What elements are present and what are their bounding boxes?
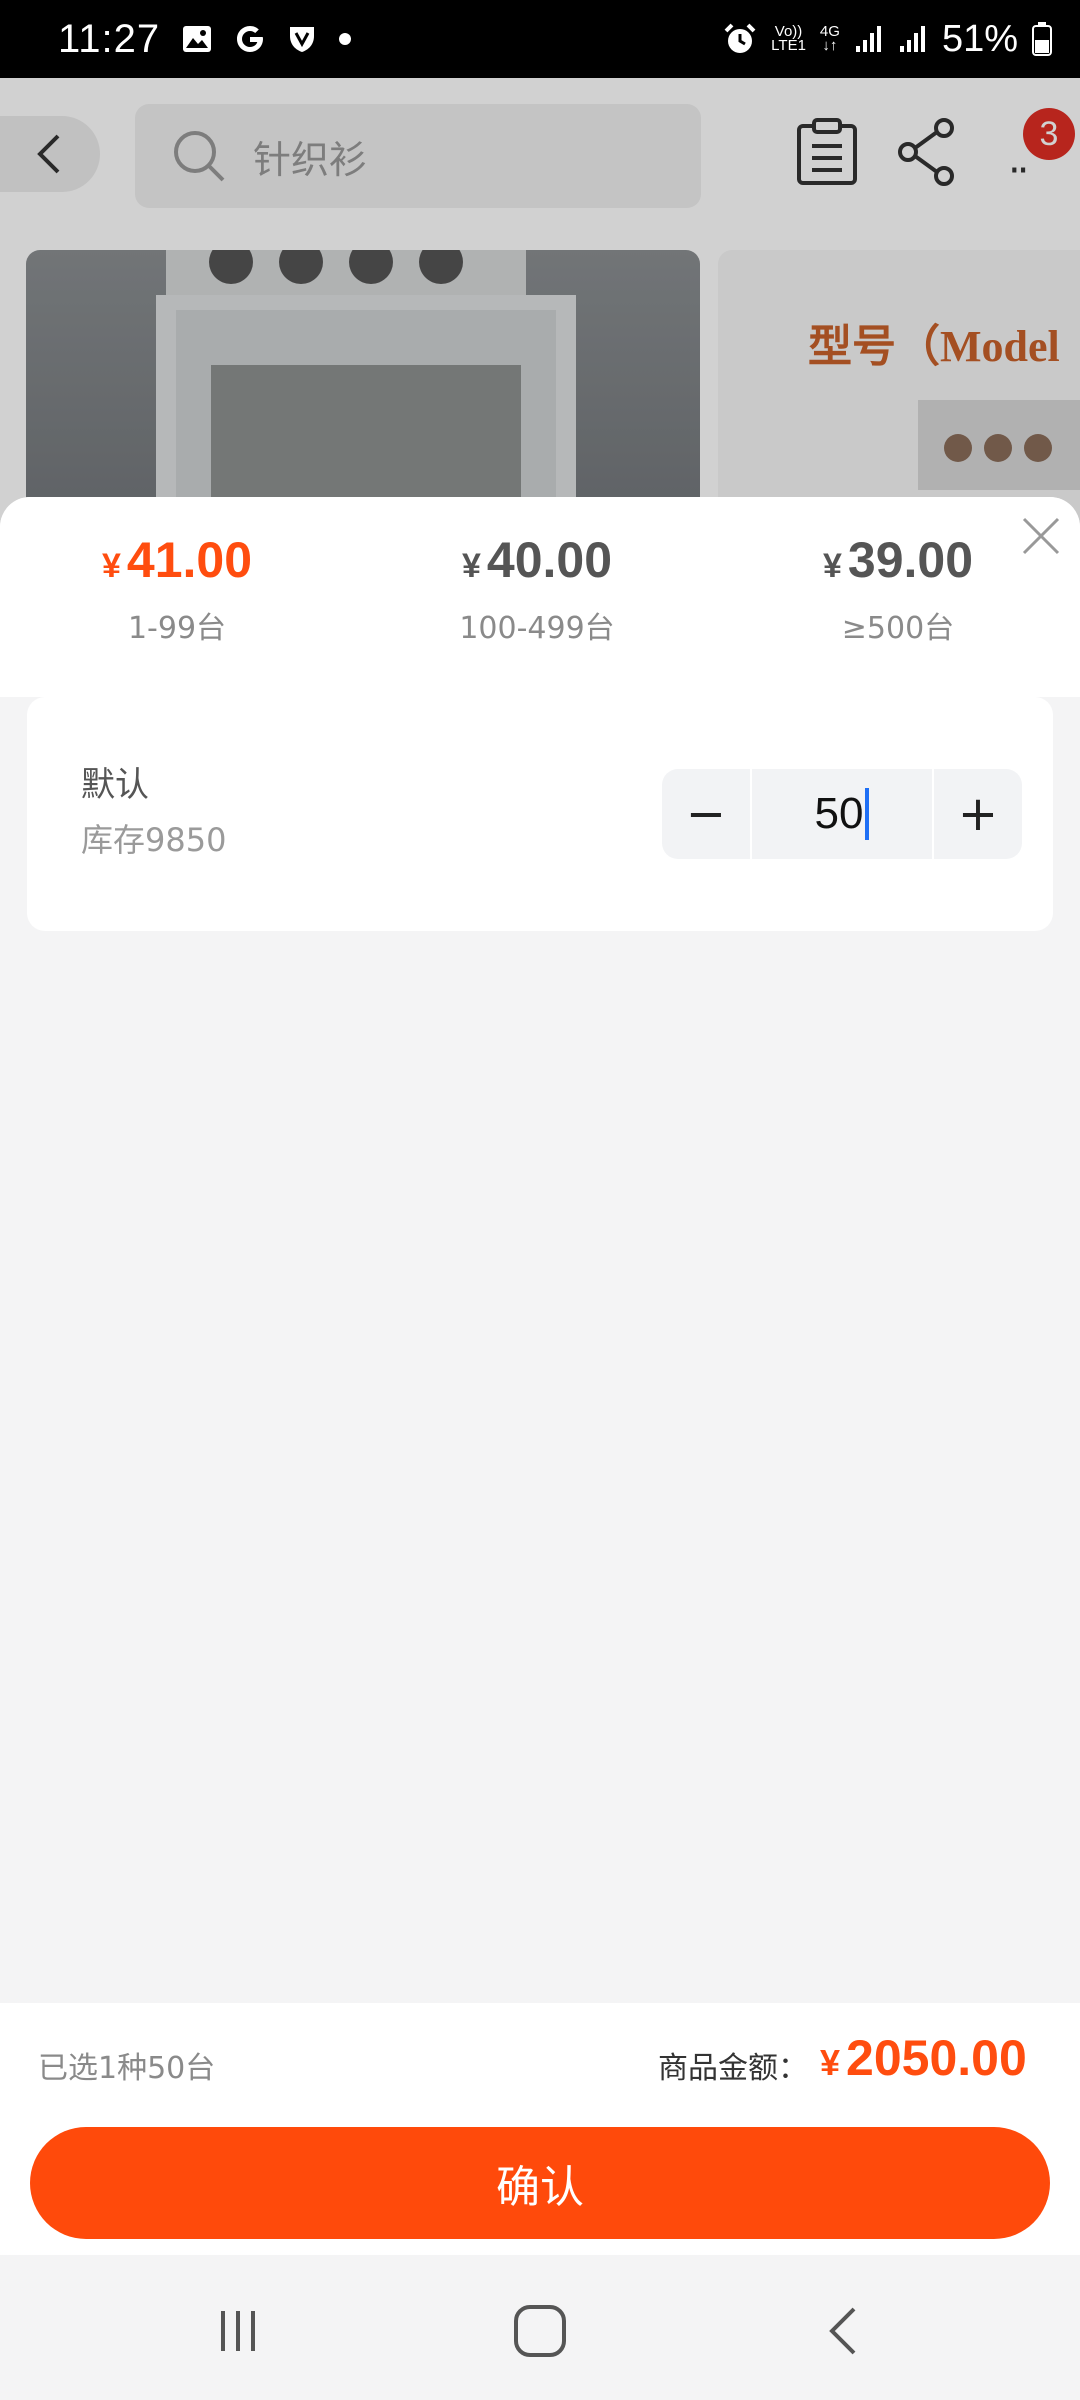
recents-button[interactable] <box>198 2291 278 2371</box>
back-nav-icon <box>829 2307 856 2355</box>
home-icon <box>514 2305 566 2357</box>
sku-selection-sheet: ¥ 41.00 1-99台 ¥ 40.00 100-499台 ¥ 39.00 ≥… <box>0 497 1080 2252</box>
notification-icons <box>182 23 352 55</box>
lte-label: LTE1 <box>771 37 806 54</box>
price-tier-3: ¥ 39.00 ≥500台 <box>738 531 1058 647</box>
increase-button[interactable]: + <box>934 769 1022 859</box>
back-nav-button[interactable] <box>802 2291 882 2371</box>
quantity-input[interactable]: 50 <box>752 769 932 859</box>
battery-percent: 51% <box>941 17 1018 60</box>
total-label: 商品金额： <box>658 2051 808 2086</box>
total-price: ¥ 2050.00 <box>820 2029 1027 2087</box>
data-arrows-icon: ↓↑ <box>822 37 838 54</box>
currency-symbol: ¥ <box>101 547 121 585</box>
system-nav-bar <box>0 2255 1080 2400</box>
status-time: 11:27 <box>58 16 161 61</box>
alarm-icon <box>724 23 756 53</box>
tier-price: 40.00 <box>486 532 613 588</box>
signal-icon <box>899 26 925 52</box>
home-button[interactable] <box>500 2291 580 2371</box>
confirm-button[interactable]: 确认 <box>30 2127 1050 2239</box>
price-tier-2: ¥ 40.00 100-499台 <box>377 531 697 647</box>
tier-range: 100-499台 <box>459 611 615 646</box>
decrease-button[interactable]: − <box>662 769 750 859</box>
volte-indicator: Vo)) LTE1 <box>771 24 806 54</box>
price-tiers: ¥ 41.00 1-99台 ¥ 40.00 100-499台 ¥ 39.00 ≥… <box>0 497 1080 697</box>
sku-name: 默认 <box>81 765 149 805</box>
signal-icon <box>855 26 881 52</box>
text-caret <box>865 788 870 840</box>
tier-price: 39.00 <box>847 532 974 588</box>
image-icon <box>183 26 212 52</box>
currency-symbol: ¥ <box>822 547 842 585</box>
tier-price: 41.00 <box>126 532 253 588</box>
checkout-bar: 已选1种50台 商品金额： ¥ 2050.00 确认 <box>0 2003 1080 2255</box>
recents-icon <box>221 2311 255 2351</box>
battery-icon <box>1032 22 1052 56</box>
price-tier-1: ¥ 41.00 1-99台 <box>17 531 337 647</box>
dot-icon <box>339 33 352 45</box>
google-icon <box>237 26 264 52</box>
quantity-value: 50 <box>814 789 864 838</box>
currency-symbol: ¥ <box>461 547 481 585</box>
sku-row: 默认 库存9850 − 50 + <box>27 697 1053 931</box>
selection-summary: 已选1种50台 <box>38 2051 216 2086</box>
tier-range: 1-99台 <box>127 611 227 646</box>
sku-stock: 库存9850 <box>81 821 227 859</box>
status-bar: 11:27 Vo)) LTE1 4G ↓↑ 51% <box>0 0 1080 78</box>
total-amount: 2050.00 <box>846 2030 1027 2086</box>
system-status: Vo)) LTE1 4G ↓↑ 51% <box>723 18 1052 61</box>
close-icon[interactable] <box>1016 511 1066 561</box>
quantity-stepper: − 50 + <box>662 769 1022 859</box>
tier-range: ≥500台 <box>841 611 955 646</box>
currency-symbol: ¥ <box>820 2042 841 2083</box>
data-indicator: 4G ↓↑ <box>820 24 840 54</box>
vpn-shield-icon <box>290 27 315 52</box>
